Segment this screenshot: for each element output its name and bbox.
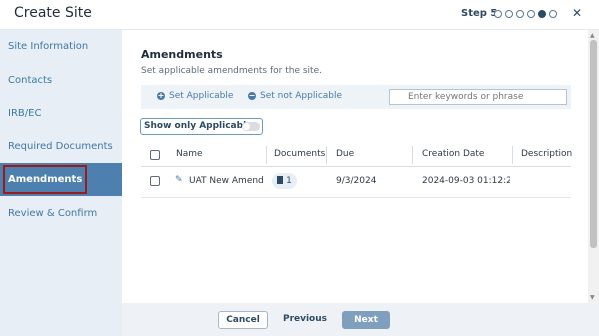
step-dot-4	[527, 10, 535, 18]
show-only-applicable-toggle[interactable]: Show only Applicable	[140, 118, 263, 135]
wizard-sidebar: Site Information Contacts IRB/EC Require…	[0, 30, 122, 336]
cell-due: 9/3/2024	[336, 176, 377, 186]
dialog-header: Create Site Step 5 ✕	[0, 0, 599, 30]
step-dot-6	[549, 10, 557, 18]
select-all-checkbox[interactable]	[150, 150, 160, 160]
sidebar-item-contacts[interactable]: Contacts	[0, 64, 122, 97]
sidebar-item-label: Amendments	[8, 174, 83, 185]
sidebar-item-amendments[interactable]: Amendments	[0, 163, 122, 196]
file-icon	[277, 176, 284, 184]
sidebar-item-irb-ec[interactable]: IRB/EC	[0, 97, 122, 130]
toggle-label: Show only Applicable	[144, 121, 253, 131]
sidebar-item-label: Site Information	[8, 41, 89, 52]
cell-name[interactable]: UAT New Amendment	[189, 176, 263, 186]
row-checkbox[interactable]	[150, 176, 160, 186]
cancel-button[interactable]: Cancel	[218, 311, 268, 329]
edit-icon[interactable]: ✎	[175, 175, 183, 185]
set-not-applicable-button[interactable]: − Set not Applicable	[248, 91, 342, 101]
scroll-up-icon[interactable]: ▲	[590, 32, 595, 39]
documents-count: 1	[286, 176, 292, 186]
close-icon[interactable]: ✕	[572, 6, 582, 20]
next-button[interactable]: Next	[342, 311, 390, 329]
set-not-applicable-label: Set not Applicable	[260, 91, 343, 101]
minus-circle-icon: −	[248, 91, 256, 100]
table-header: Name Documents Due Creation Date Descrip…	[141, 143, 572, 167]
cell-creation-date: 2024-09-03 01:12:27.8	[422, 176, 510, 186]
table-row[interactable]: ✎ UAT New Amendment 1 9/3/2024 2024-09-0…	[141, 167, 571, 198]
toggle-knob	[243, 123, 250, 130]
dialog-title: Create Site	[14, 5, 92, 21]
step-dot-3	[516, 10, 524, 18]
sidebar-item-review-confirm[interactable]: Review & Confirm	[0, 197, 122, 230]
scroll-down-icon[interactable]: ▼	[590, 294, 595, 301]
step-label: Step 5	[461, 8, 498, 19]
step-dot-1	[494, 10, 502, 18]
column-divider	[266, 146, 267, 164]
sidebar-item-required-documents[interactable]: Required Documents	[0, 130, 122, 163]
sidebar-item-site-information[interactable]: Site Information	[0, 30, 122, 63]
amendments-toolbar: + Set Applicable − Set not Applicable ⌕	[141, 85, 571, 109]
previous-button[interactable]: Previous	[281, 311, 329, 329]
section-title: Amendments	[141, 48, 223, 61]
step-dot-2	[505, 10, 513, 18]
section-subtitle: Set applicable amendments for the site.	[141, 66, 322, 76]
set-applicable-label: Set Applicable	[169, 91, 234, 101]
search-input[interactable]	[389, 89, 567, 105]
column-divider	[512, 146, 513, 164]
column-header-creation-date[interactable]: Creation Date	[422, 149, 484, 159]
column-header-name[interactable]: Name	[176, 149, 203, 159]
step-dot-5	[538, 10, 546, 18]
toggle-switch[interactable]	[242, 122, 260, 131]
column-divider	[412, 146, 413, 164]
documents-badge[interactable]: 1	[272, 173, 297, 189]
column-header-description[interactable]: Description	[521, 149, 572, 159]
scrollbar-thumb[interactable]	[590, 40, 597, 248]
step-indicator	[494, 10, 557, 18]
sidebar-item-label: IRB/EC	[8, 108, 42, 119]
sidebar-item-label: Required Documents	[8, 141, 113, 152]
set-applicable-button[interactable]: + Set Applicable	[157, 91, 233, 101]
plus-circle-icon: +	[157, 91, 165, 100]
column-header-documents[interactable]: Documents	[274, 149, 325, 159]
column-header-due[interactable]: Due	[336, 149, 354, 159]
sidebar-item-label: Contacts	[8, 75, 53, 86]
sidebar-item-label: Review & Confirm	[8, 208, 98, 219]
column-divider	[326, 146, 327, 164]
